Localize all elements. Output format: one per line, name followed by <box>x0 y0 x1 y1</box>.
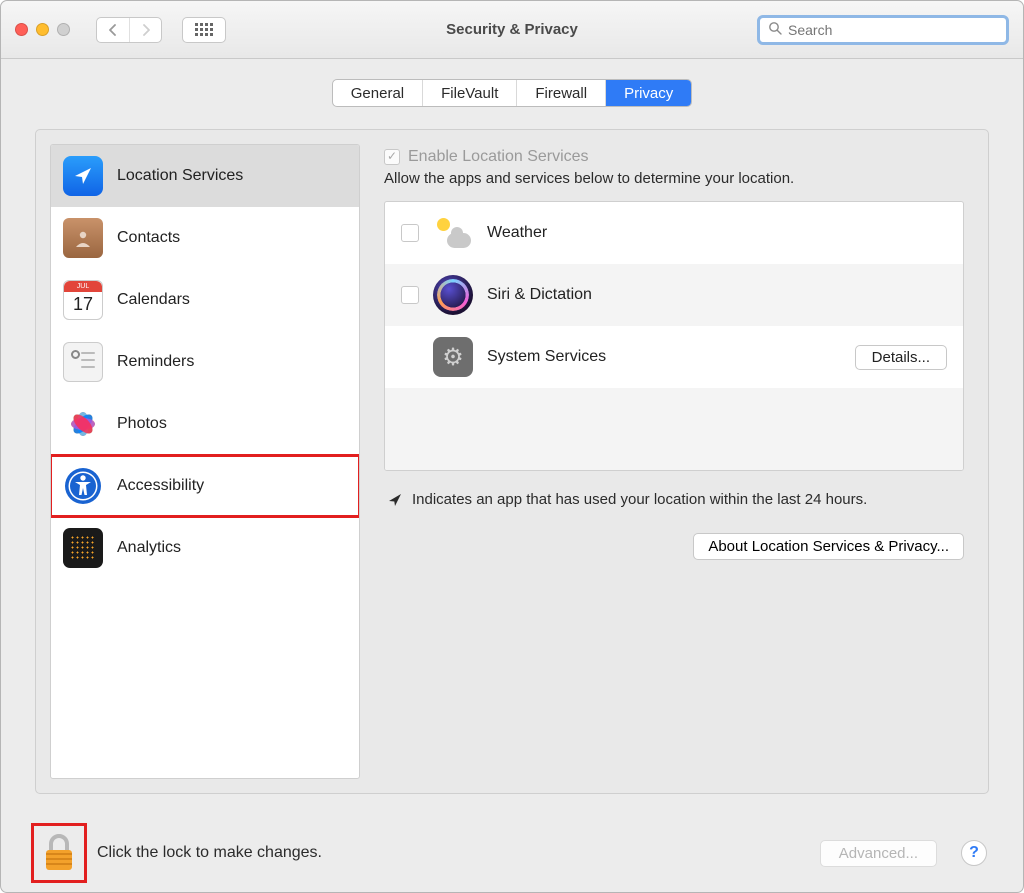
app-row-siri[interactable]: Siri & Dictation <box>385 264 963 326</box>
lock-text: Click the lock to make changes. <box>97 844 322 862</box>
sidebar-item-label: Photos <box>117 415 167 433</box>
lock-button[interactable] <box>31 823 87 883</box>
accessibility-icon <box>63 466 103 506</box>
sidebar-item-label: Calendars <box>117 291 190 309</box>
app-checkbox[interactable] <box>401 286 419 304</box>
photos-icon <box>63 404 103 444</box>
sidebar-item-label: Accessibility <box>117 477 204 495</box>
sidebar-item-contacts[interactable]: Contacts <box>51 207 359 269</box>
analytics-icon <box>63 528 103 568</box>
calendar-icon: JUL 17 <box>63 280 103 320</box>
app-row-empty <box>385 388 963 471</box>
enable-location-checkbox[interactable] <box>384 149 400 165</box>
sidebar-item-label: Analytics <box>117 539 181 557</box>
contacts-icon <box>63 218 103 258</box>
location-arrow-icon <box>388 493 402 511</box>
sidebar-item-reminders[interactable]: Reminders <box>51 331 359 393</box>
back-button[interactable] <box>97 18 129 42</box>
content-area: General FileVault Firewall Privacy Locat… <box>1 59 1023 814</box>
search-input[interactable] <box>788 22 998 38</box>
sidebar-item-calendars[interactable]: JUL 17 Calendars <box>51 269 359 331</box>
app-row-system-services[interactable]: System Services Details... <box>385 326 963 388</box>
tab-firewall[interactable]: Firewall <box>516 80 605 106</box>
calendar-month-label: JUL <box>64 281 102 292</box>
app-label: Siri & Dictation <box>487 286 592 304</box>
preferences-window: Security & Privacy General FileVault Fir… <box>0 0 1024 893</box>
reminders-icon <box>63 342 103 382</box>
sidebar-item-analytics[interactable]: Analytics <box>51 517 359 579</box>
sidebar-item-location-services[interactable]: Location Services <box>51 145 359 207</box>
app-label: Weather <box>487 224 547 242</box>
privacy-sidebar: Location Services Contacts JUL 17 Calend… <box>50 144 360 779</box>
tab-filevault[interactable]: FileVault <box>422 80 516 106</box>
sidebar-item-photos[interactable]: Photos <box>51 393 359 455</box>
search-field[interactable] <box>757 15 1009 45</box>
titlebar: Security & Privacy <box>1 1 1023 59</box>
location-icon <box>63 156 103 196</box>
traffic-lights <box>15 23 70 36</box>
weather-icon <box>433 213 473 253</box>
lock-icon <box>41 833 77 873</box>
location-description: Allow the apps and services below to det… <box>384 170 964 187</box>
sidebar-item-accessibility[interactable]: Accessibility <box>51 455 359 517</box>
footer: Click the lock to make changes. Advanced… <box>1 814 1023 892</box>
enable-location-row: Enable Location Services <box>384 148 964 166</box>
advanced-button[interactable]: Advanced... <box>820 840 937 867</box>
help-button[interactable]: ? <box>961 840 987 866</box>
tab-general[interactable]: General <box>333 80 422 106</box>
app-label: System Services <box>487 348 606 366</box>
sidebar-item-label: Contacts <box>117 229 180 247</box>
tabs: General FileVault Firewall Privacy <box>332 79 693 107</box>
details-button[interactable]: Details... <box>855 345 947 370</box>
sidebar-item-label: Reminders <box>117 353 194 371</box>
privacy-panel: Location Services Contacts JUL 17 Calend… <box>35 129 989 794</box>
grid-icon <box>195 23 213 36</box>
enable-location-label: Enable Location Services <box>408 148 589 166</box>
minimize-window-button[interactable] <box>36 23 49 36</box>
privacy-detail: Enable Location Services Allow the apps … <box>374 144 974 779</box>
siri-icon <box>433 275 473 315</box>
app-checkbox[interactable] <box>401 224 419 242</box>
search-icon <box>768 21 782 38</box>
app-list: Weather Siri & Dictation System Services… <box>384 201 964 471</box>
close-window-button[interactable] <box>15 23 28 36</box>
forward-button[interactable] <box>129 18 161 42</box>
calendar-day-label: 17 <box>73 294 93 315</box>
tab-privacy[interactable]: Privacy <box>605 80 691 106</box>
sidebar-item-label: Location Services <box>117 167 243 185</box>
about-location-button[interactable]: About Location Services & Privacy... <box>693 533 964 560</box>
indicator-text: Indicates an app that has used your loca… <box>412 491 867 508</box>
show-all-button[interactable] <box>182 17 226 43</box>
system-services-icon <box>433 337 473 377</box>
location-indicator-note: Indicates an app that has used your loca… <box>384 491 964 511</box>
nav-buttons <box>96 17 162 43</box>
app-row-weather[interactable]: Weather <box>385 202 963 264</box>
zoom-window-button[interactable] <box>57 23 70 36</box>
